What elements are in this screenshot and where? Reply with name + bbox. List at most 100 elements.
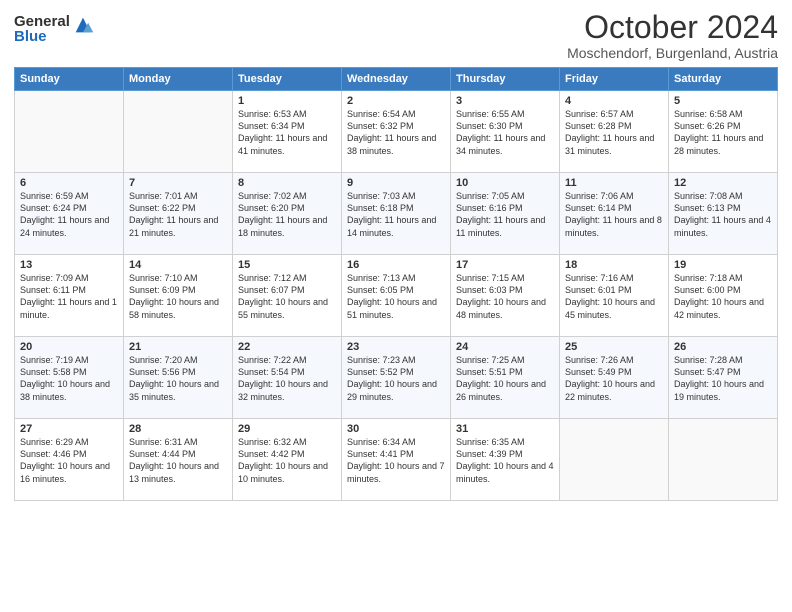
cell-content: Sunrise: 7:06 AM Sunset: 6:14 PM Dayligh…	[565, 190, 663, 239]
title-block: October 2024 Moschendorf, Burgenland, Au…	[567, 10, 778, 61]
table-row: 13Sunrise: 7:09 AM Sunset: 6:11 PM Dayli…	[15, 255, 124, 337]
table-row: 18Sunrise: 7:16 AM Sunset: 6:01 PM Dayli…	[560, 255, 669, 337]
table-row: 25Sunrise: 7:26 AM Sunset: 5:49 PM Dayli…	[560, 337, 669, 419]
table-row: 14Sunrise: 7:10 AM Sunset: 6:09 PM Dayli…	[124, 255, 233, 337]
header-monday: Monday	[124, 68, 233, 91]
cell-content: Sunrise: 6:59 AM Sunset: 6:24 PM Dayligh…	[20, 190, 118, 239]
day-number: 7	[129, 177, 227, 189]
day-number: 17	[456, 259, 554, 271]
cell-content: Sunrise: 7:28 AM Sunset: 5:47 PM Dayligh…	[674, 354, 772, 403]
cell-content: Sunrise: 6:32 AM Sunset: 4:42 PM Dayligh…	[238, 436, 336, 485]
day-number: 26	[674, 341, 772, 353]
table-row: 20Sunrise: 7:19 AM Sunset: 5:58 PM Dayli…	[15, 337, 124, 419]
cell-content: Sunrise: 7:13 AM Sunset: 6:05 PM Dayligh…	[347, 272, 445, 321]
table-row: 11Sunrise: 7:06 AM Sunset: 6:14 PM Dayli…	[560, 173, 669, 255]
day-number: 28	[129, 423, 227, 435]
calendar-table: Sunday Monday Tuesday Wednesday Thursday…	[14, 67, 778, 501]
day-number: 11	[565, 177, 663, 189]
day-number: 20	[20, 341, 118, 353]
table-row: 19Sunrise: 7:18 AM Sunset: 6:00 PM Dayli…	[669, 255, 778, 337]
month-title: October 2024	[567, 10, 778, 45]
day-number: 1	[238, 95, 336, 107]
table-row: 9Sunrise: 7:03 AM Sunset: 6:18 PM Daylig…	[342, 173, 451, 255]
cell-content: Sunrise: 7:25 AM Sunset: 5:51 PM Dayligh…	[456, 354, 554, 403]
table-row: 8Sunrise: 7:02 AM Sunset: 6:20 PM Daylig…	[233, 173, 342, 255]
cell-content: Sunrise: 7:03 AM Sunset: 6:18 PM Dayligh…	[347, 190, 445, 239]
cell-content: Sunrise: 6:29 AM Sunset: 4:46 PM Dayligh…	[20, 436, 118, 485]
logo-general: General	[14, 14, 70, 29]
table-row	[15, 91, 124, 173]
week-row-1: 6Sunrise: 6:59 AM Sunset: 6:24 PM Daylig…	[15, 173, 778, 255]
table-row: 22Sunrise: 7:22 AM Sunset: 5:54 PM Dayli…	[233, 337, 342, 419]
day-number: 6	[20, 177, 118, 189]
table-row: 21Sunrise: 7:20 AM Sunset: 5:56 PM Dayli…	[124, 337, 233, 419]
cell-content: Sunrise: 7:10 AM Sunset: 6:09 PM Dayligh…	[129, 272, 227, 321]
table-row: 2Sunrise: 6:54 AM Sunset: 6:32 PM Daylig…	[342, 91, 451, 173]
day-number: 29	[238, 423, 336, 435]
day-number: 15	[238, 259, 336, 271]
cell-content: Sunrise: 7:09 AM Sunset: 6:11 PM Dayligh…	[20, 272, 118, 321]
table-row: 27Sunrise: 6:29 AM Sunset: 4:46 PM Dayli…	[15, 419, 124, 501]
table-row: 15Sunrise: 7:12 AM Sunset: 6:07 PM Dayli…	[233, 255, 342, 337]
day-number: 3	[456, 95, 554, 107]
day-number: 18	[565, 259, 663, 271]
page: General Blue October 2024 Moschendorf, B…	[0, 0, 792, 612]
cell-content: Sunrise: 7:15 AM Sunset: 6:03 PM Dayligh…	[456, 272, 554, 321]
location-title: Moschendorf, Burgenland, Austria	[567, 45, 778, 61]
day-number: 5	[674, 95, 772, 107]
table-row: 5Sunrise: 6:58 AM Sunset: 6:26 PM Daylig…	[669, 91, 778, 173]
cell-content: Sunrise: 7:20 AM Sunset: 5:56 PM Dayligh…	[129, 354, 227, 403]
table-row: 12Sunrise: 7:08 AM Sunset: 6:13 PM Dayli…	[669, 173, 778, 255]
logo: General Blue	[14, 14, 94, 44]
header-saturday: Saturday	[669, 68, 778, 91]
day-number: 4	[565, 95, 663, 107]
table-row	[669, 419, 778, 501]
day-number: 12	[674, 177, 772, 189]
cell-content: Sunrise: 7:18 AM Sunset: 6:00 PM Dayligh…	[674, 272, 772, 321]
table-row: 4Sunrise: 6:57 AM Sunset: 6:28 PM Daylig…	[560, 91, 669, 173]
table-row: 23Sunrise: 7:23 AM Sunset: 5:52 PM Dayli…	[342, 337, 451, 419]
cell-content: Sunrise: 7:12 AM Sunset: 6:07 PM Dayligh…	[238, 272, 336, 321]
day-number: 25	[565, 341, 663, 353]
table-row: 7Sunrise: 7:01 AM Sunset: 6:22 PM Daylig…	[124, 173, 233, 255]
header: General Blue October 2024 Moschendorf, B…	[14, 10, 778, 61]
header-friday: Friday	[560, 68, 669, 91]
cell-content: Sunrise: 7:26 AM Sunset: 5:49 PM Dayligh…	[565, 354, 663, 403]
cell-content: Sunrise: 7:08 AM Sunset: 6:13 PM Dayligh…	[674, 190, 772, 239]
day-number: 10	[456, 177, 554, 189]
cell-content: Sunrise: 6:34 AM Sunset: 4:41 PM Dayligh…	[347, 436, 445, 485]
day-number: 8	[238, 177, 336, 189]
day-number: 13	[20, 259, 118, 271]
day-number: 16	[347, 259, 445, 271]
day-number: 31	[456, 423, 554, 435]
logo-icon	[72, 14, 94, 36]
table-row: 1Sunrise: 6:53 AM Sunset: 6:34 PM Daylig…	[233, 91, 342, 173]
table-row: 24Sunrise: 7:25 AM Sunset: 5:51 PM Dayli…	[451, 337, 560, 419]
cell-content: Sunrise: 6:58 AM Sunset: 6:26 PM Dayligh…	[674, 108, 772, 157]
header-thursday: Thursday	[451, 68, 560, 91]
table-row: 6Sunrise: 6:59 AM Sunset: 6:24 PM Daylig…	[15, 173, 124, 255]
day-number: 22	[238, 341, 336, 353]
cell-content: Sunrise: 6:53 AM Sunset: 6:34 PM Dayligh…	[238, 108, 336, 157]
week-row-3: 20Sunrise: 7:19 AM Sunset: 5:58 PM Dayli…	[15, 337, 778, 419]
cell-content: Sunrise: 7:22 AM Sunset: 5:54 PM Dayligh…	[238, 354, 336, 403]
week-row-2: 13Sunrise: 7:09 AM Sunset: 6:11 PM Dayli…	[15, 255, 778, 337]
weekday-header-row: Sunday Monday Tuesday Wednesday Thursday…	[15, 68, 778, 91]
cell-content: Sunrise: 6:54 AM Sunset: 6:32 PM Dayligh…	[347, 108, 445, 157]
day-number: 24	[456, 341, 554, 353]
logo-text: General Blue	[14, 14, 70, 44]
header-wednesday: Wednesday	[342, 68, 451, 91]
header-tuesday: Tuesday	[233, 68, 342, 91]
day-number: 2	[347, 95, 445, 107]
cell-content: Sunrise: 7:23 AM Sunset: 5:52 PM Dayligh…	[347, 354, 445, 403]
cell-content: Sunrise: 7:19 AM Sunset: 5:58 PM Dayligh…	[20, 354, 118, 403]
cell-content: Sunrise: 7:01 AM Sunset: 6:22 PM Dayligh…	[129, 190, 227, 239]
week-row-0: 1Sunrise: 6:53 AM Sunset: 6:34 PM Daylig…	[15, 91, 778, 173]
day-number: 9	[347, 177, 445, 189]
cell-content: Sunrise: 6:55 AM Sunset: 6:30 PM Dayligh…	[456, 108, 554, 157]
table-row: 17Sunrise: 7:15 AM Sunset: 6:03 PM Dayli…	[451, 255, 560, 337]
logo-blue: Blue	[14, 29, 70, 44]
day-number: 19	[674, 259, 772, 271]
table-row: 29Sunrise: 6:32 AM Sunset: 4:42 PM Dayli…	[233, 419, 342, 501]
cell-content: Sunrise: 6:35 AM Sunset: 4:39 PM Dayligh…	[456, 436, 554, 485]
